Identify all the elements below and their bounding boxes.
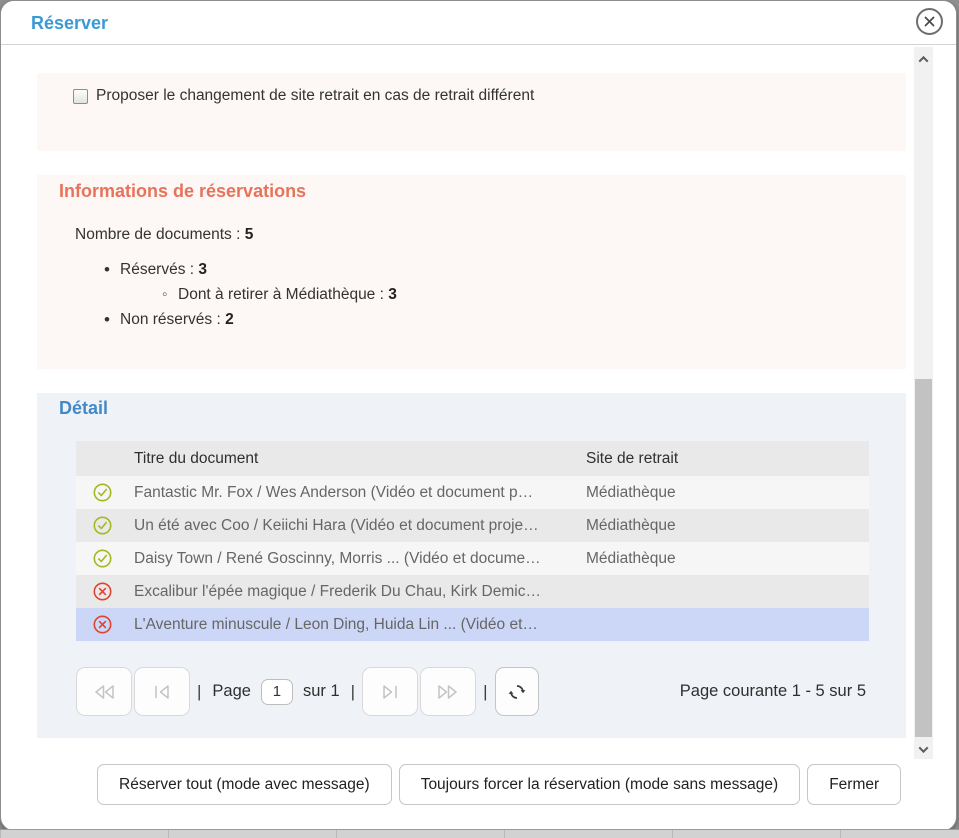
background-page-strip (0, 829, 959, 838)
page-of-label: sur 1 (303, 682, 340, 701)
table-header-row: Titre du document Site de retrait (76, 441, 869, 476)
dialog-scroll-content: Proposer le changement de site retrait e… (1, 46, 957, 759)
info-list: Réservés : 3 Dont à retirer à Médiathèqu… (104, 257, 906, 332)
dialog-header: Réserver (1, 1, 956, 45)
detail-panel: Détail Titre du document Site de retrait… (37, 393, 906, 738)
document-title: L'Aventure minuscule / Leon Ding, Huida … (134, 608, 586, 641)
close-icon (923, 15, 936, 28)
pagination-separator: | (483, 682, 487, 702)
fast-forward-icon (436, 683, 460, 701)
document-count-value: 5 (245, 226, 254, 243)
options-panel: Proposer le changement de site retrait e… (37, 73, 906, 151)
x-circle-icon (93, 582, 112, 601)
close-button[interactable] (916, 8, 943, 35)
pickup-site: Médiathèque (586, 509, 869, 542)
info-list-item: Non réservés : 2 (104, 307, 906, 332)
document-count: Nombre de documents : 5 (75, 226, 906, 244)
site-column-header: Site de retrait (586, 441, 869, 476)
dialog-title: Réserver (31, 13, 108, 34)
table-row[interactable]: Daisy Town / René Goscinny, Morris ... (… (76, 542, 869, 575)
document-title: Fantastic Mr. Fox / Wes Anderson (Vidéo … (134, 476, 586, 509)
pagination-separator: | (197, 682, 201, 702)
scrollbar-track[interactable] (914, 47, 933, 759)
document-title: Daisy Town / René Goscinny, Morris ... (… (134, 542, 586, 575)
title-column-header: Titre du document (134, 441, 586, 476)
info-list-item: Réservés : 3 (104, 257, 906, 282)
chevron-down-icon (919, 743, 929, 753)
page-label: Page (212, 682, 251, 701)
check-circle-icon (93, 516, 112, 535)
step-forward-icon (380, 683, 400, 701)
fast-backward-icon (92, 683, 116, 701)
check-circle-icon (93, 483, 112, 502)
last-page-button[interactable] (420, 667, 476, 716)
document-title: Excalibur l'épée magique / Frederik Du C… (134, 575, 586, 608)
site-change-checkbox-label: Proposer le changement de site retrait e… (96, 87, 534, 105)
status-column-header (76, 441, 134, 476)
previous-page-button[interactable] (134, 667, 190, 716)
page-range-status: Page courante 1 - 5 sur 5 (680, 682, 866, 701)
pickup-site (586, 608, 869, 641)
chevron-up-icon (919, 55, 929, 65)
table-row[interactable]: Un été avec Coo / Keiichi Hara (Vidéo et… (76, 509, 869, 542)
check-circle-icon (93, 549, 112, 568)
table-row[interactable]: Fantastic Mr. Fox / Wes Anderson (Vidéo … (76, 476, 869, 509)
page-number-input[interactable] (261, 679, 293, 705)
dialog-footer: Réserver tout (mode avec message) Toujou… (1, 764, 957, 805)
x-circle-icon (93, 615, 112, 634)
pickup-site: Médiathèque (586, 476, 869, 509)
scroll-down-arrow[interactable] (914, 741, 933, 757)
documents-table: Titre du document Site de retrait Fantas… (76, 441, 869, 641)
close-dialog-button[interactable]: Fermer (807, 764, 901, 805)
scroll-up-arrow[interactable] (914, 51, 933, 67)
pickup-site: Médiathèque (586, 542, 869, 575)
next-page-button[interactable] (362, 667, 418, 716)
first-page-button[interactable] (76, 667, 132, 716)
step-backward-icon (152, 683, 172, 701)
detail-heading: Détail (59, 398, 906, 419)
table-row[interactable]: Excalibur l'épée magique / Frederik Du C… (76, 575, 869, 608)
document-title: Un été avec Coo / Keiichi Hara (Vidéo et… (134, 509, 586, 542)
refresh-icon (507, 682, 527, 702)
pickup-site (586, 575, 869, 608)
reserve-all-button[interactable]: Réserver tout (mode avec message) (97, 764, 392, 805)
pagination-bar: | Page sur 1 | (76, 667, 869, 716)
info-list-item: Dont à retirer à Médiathèque : 3 (162, 282, 906, 307)
site-change-checkbox[interactable] (73, 89, 88, 104)
force-reservation-button[interactable]: Toujours forcer la réservation (mode san… (399, 764, 801, 805)
reservation-info-panel: Informations de réservations Nombre de d… (37, 175, 906, 369)
reservation-dialog: Réserver Proposer le changement de site … (0, 0, 957, 831)
table-row[interactable]: L'Aventure minuscule / Leon Ding, Huida … (76, 608, 869, 641)
info-heading: Informations de réservations (59, 181, 906, 202)
scrollbar-thumb[interactable] (915, 379, 932, 737)
document-count-label: Nombre de documents : (75, 226, 240, 243)
pagination-separator: | (351, 682, 355, 702)
refresh-button[interactable] (495, 667, 539, 716)
